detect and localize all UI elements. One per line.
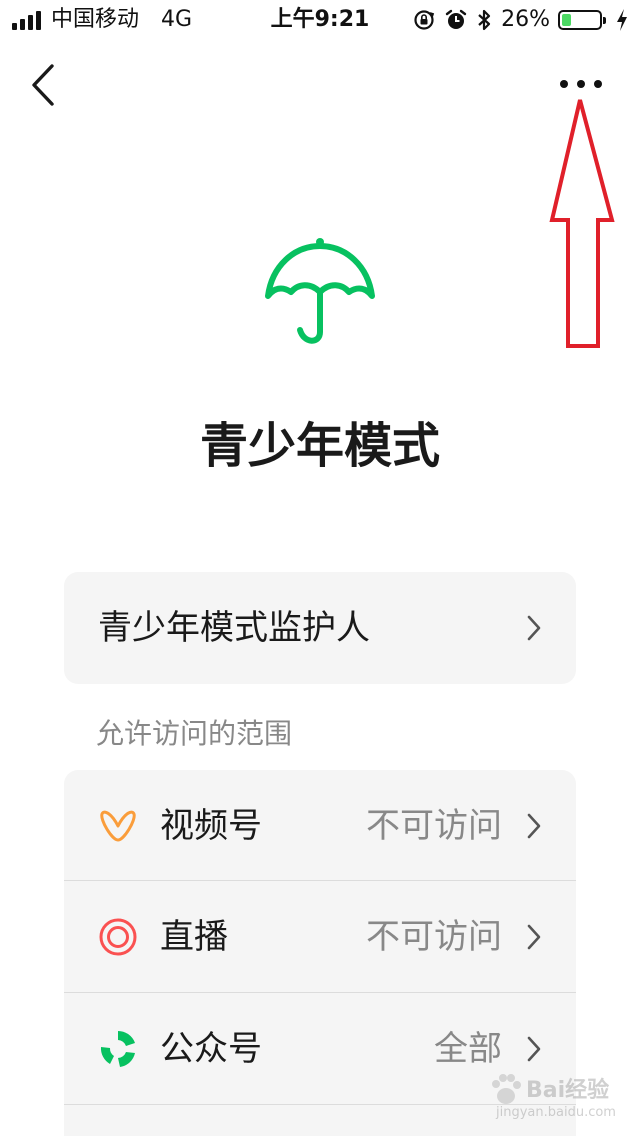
scope-value: 不可访问 bbox=[366, 917, 502, 957]
watermark: Bai经验 jingyan.baidu.com bbox=[488, 1066, 624, 1126]
chevron-right-icon bbox=[527, 813, 541, 839]
screen: 中国移动 4G 上午9:21 26% 青少年模式 青少年模式监护人 允许访问的范… bbox=[0, 0, 640, 1136]
battery-percent: 26% bbox=[501, 7, 550, 32]
battery-icon bbox=[558, 10, 606, 30]
back-button[interactable] bbox=[28, 62, 60, 108]
watermark-logo-text: Bai经验 bbox=[526, 1078, 610, 1103]
chevron-right-icon bbox=[527, 615, 541, 641]
rotation-lock-icon bbox=[414, 10, 435, 30]
scope-row-channels[interactable]: 视频号 不可访问 bbox=[64, 770, 576, 882]
battery-cap bbox=[603, 17, 606, 24]
bluetooth-icon bbox=[478, 9, 491, 31]
section-label: 允许访问的范围 bbox=[96, 717, 293, 750]
scope-row-live[interactable]: 直播 不可访问 bbox=[64, 881, 576, 993]
annotation-arrow bbox=[549, 99, 615, 348]
scope-label: 视频号 bbox=[160, 806, 262, 846]
watermark-url: jingyan.baidu.com bbox=[496, 1105, 616, 1120]
status-right: 26% bbox=[403, 7, 628, 33]
chevron-left-icon bbox=[32, 64, 54, 106]
chevron-right-icon bbox=[527, 1036, 541, 1062]
guardian-label: 青少年模式监护人 bbox=[98, 608, 370, 648]
battery-level bbox=[562, 14, 571, 26]
official-accounts-icon bbox=[100, 1031, 135, 1067]
guardian-row-content: 青少年模式监护人 bbox=[64, 572, 576, 684]
scope-value: 全部 bbox=[434, 1029, 502, 1069]
more-button[interactable] bbox=[556, 72, 606, 96]
alarm-icon bbox=[445, 9, 467, 29]
more-dots-icon bbox=[560, 80, 568, 88]
scope-label: 直播 bbox=[160, 917, 228, 957]
guardian-row[interactable]: 青少年模式监护人 bbox=[64, 572, 576, 684]
scope-label: 公众号 bbox=[160, 1029, 262, 1069]
channels-icon bbox=[100, 810, 136, 842]
status-bar: 中国移动 4G 上午9:21 26% bbox=[0, 0, 640, 40]
live-icon bbox=[99, 918, 137, 956]
chevron-right-icon bbox=[527, 924, 541, 950]
scope-value: 不可访问 bbox=[366, 806, 502, 846]
umbrella-icon bbox=[265, 238, 375, 344]
page-title: 青少年模式 bbox=[199, 418, 440, 474]
charging-icon bbox=[617, 9, 627, 31]
paw-icon bbox=[492, 1074, 521, 1104]
